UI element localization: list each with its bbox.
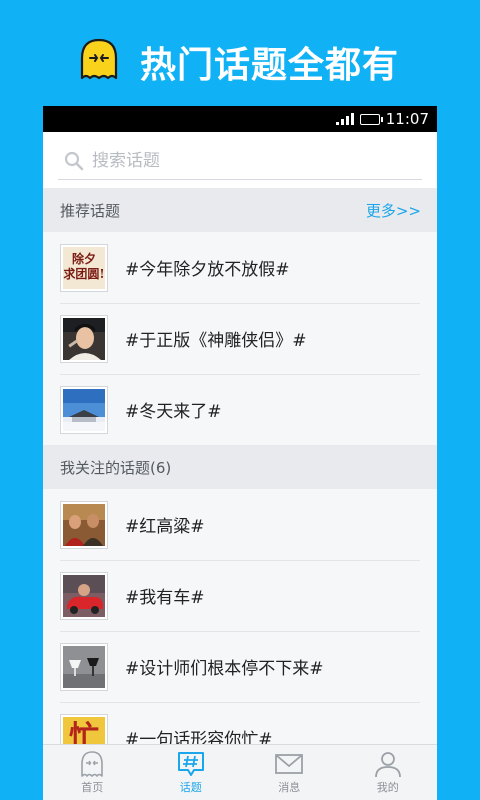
- search-input[interactable]: [92, 150, 372, 171]
- signal-icon: [335, 113, 354, 125]
- ghost-mascot-icon: [80, 38, 118, 80]
- recommended-title: 推荐话题: [60, 201, 121, 220]
- topic-row-winter[interactable]: #冬天来了#: [43, 374, 437, 445]
- topic-row-shendiao[interactable]: #于正版《神雕侠侣》#: [43, 303, 437, 374]
- topic-label: #红高粱#: [125, 517, 205, 537]
- search-bar: [43, 132, 437, 188]
- more-link[interactable]: 更多>>: [366, 200, 421, 221]
- recommended-list: 除夕 求团圆! #今年除夕放不放假# #于正版《神雕侠侣》# #冬天来了#: [43, 232, 437, 445]
- topic-thumbnail: 除夕 求团圆!: [60, 243, 108, 292]
- tab-profile[interactable]: 我的: [353, 750, 423, 795]
- promo-title: 热门话题全都有: [140, 45, 400, 86]
- phone-screen: 11:07 推荐话题 更多>> 除夕 求团圆! #今年除夕放不放假#: [43, 106, 437, 800]
- search-icon: [64, 151, 84, 170]
- status-bar: 11:07: [43, 106, 437, 132]
- search-box[interactable]: [58, 142, 422, 180]
- following-list: #红高粱# #我有车# #设计师们根本停不下来# 忙 #一句话形容你忙#: [43, 489, 437, 773]
- movie-still-image: [63, 503, 105, 546]
- topic-thumbnail: [60, 500, 108, 549]
- topic-thumbnail: [60, 314, 108, 363]
- topic-row-hongaoliang[interactable]: #红高粱#: [43, 489, 437, 560]
- following-header: 我关注的话题(6): [43, 445, 437, 489]
- topic-label: #今年除夕放不放假#: [125, 260, 290, 280]
- battery-icon: [359, 113, 383, 125]
- winter-scene-image: [63, 388, 105, 431]
- topic-label: #冬天来了#: [125, 402, 222, 422]
- tab-topics[interactable]: 话题: [156, 750, 226, 795]
- person-icon: [374, 752, 401, 778]
- recommended-header: 推荐话题 更多>>: [43, 188, 437, 232]
- tab-label: 首页: [81, 781, 104, 794]
- envelope-icon: [275, 754, 304, 774]
- tab-label: 我的: [376, 781, 399, 794]
- topic-label: #我有车#: [125, 588, 205, 608]
- hashtag-bubble-icon: [177, 752, 204, 776]
- topic-row-car[interactable]: #我有车#: [43, 560, 437, 631]
- actor-photo-image: [63, 317, 105, 360]
- tab-label: 话题: [179, 781, 202, 794]
- toy-car-image: [63, 574, 105, 617]
- ghost-icon: [81, 751, 104, 777]
- topic-thumbnail: [60, 385, 108, 434]
- promo-banner: 热门话题全都有: [0, 0, 480, 106]
- status-time: 11:07: [385, 110, 429, 128]
- lamp-photo-image: [63, 645, 105, 688]
- tab-home[interactable]: 首页: [57, 750, 127, 795]
- topic-label: #于正版《神雕侠侣》#: [125, 331, 307, 351]
- topic-label: #设计师们根本停不下来#: [125, 659, 324, 679]
- new-year-poster-image: 除夕 求团圆!: [63, 246, 105, 289]
- bottom-tab-bar: 首页 话题 消息 我的: [43, 744, 437, 800]
- topic-thumbnail: [60, 642, 108, 691]
- topic-thumbnail: [60, 571, 108, 620]
- topic-row-designers[interactable]: #设计师们根本停不下来#: [43, 631, 437, 702]
- tab-label: 消息: [278, 781, 301, 794]
- following-title: 我关注的话题(6): [60, 458, 172, 477]
- tab-messages[interactable]: 消息: [254, 750, 324, 795]
- topic-row-chuxi[interactable]: 除夕 求团圆! #今年除夕放不放假#: [43, 232, 437, 303]
